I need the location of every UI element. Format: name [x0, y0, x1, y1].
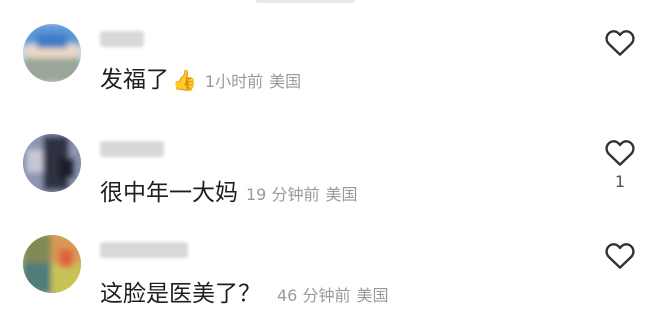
- comment-time: 19 分钟前: [246, 185, 320, 204]
- comment-location: 美国: [356, 286, 389, 305]
- comment-location: 美国: [325, 185, 358, 204]
- avatar[interactable]: [23, 24, 81, 82]
- comment-item: 发福了 👍 1小时前 美国: [0, 0, 660, 110]
- comment-body: 发福了 👍 1小时前 美国: [100, 60, 301, 94]
- comment-time: 1小时前: [204, 72, 264, 91]
- comment-location: 美国: [269, 72, 302, 91]
- comment-item: 很中年一大妈 19 分钟前 美国 1: [0, 110, 660, 220]
- comment-text: 发福了: [100, 67, 169, 93]
- heart-outline-icon[interactable]: [604, 240, 636, 270]
- username-blurred[interactable]: [100, 242, 188, 258]
- thumbs-up-emoji: 👍: [172, 68, 197, 92]
- comment-item: 这脸是医美了？ 46 分钟前 美国: [0, 220, 660, 323]
- like-count: 1: [614, 172, 626, 191]
- comment-text: 很中年一大妈: [100, 180, 238, 206]
- comment-body: 这脸是医美了？ 46 分钟前 美国: [100, 274, 388, 308]
- comment-text: 这脸是医美了？: [100, 281, 261, 307]
- avatar[interactable]: [23, 235, 81, 293]
- avatar[interactable]: [23, 134, 81, 192]
- username-blurred[interactable]: [100, 31, 144, 47]
- heart-outline-icon[interactable]: [604, 27, 636, 57]
- username-blurred[interactable]: [100, 141, 164, 157]
- comment-body: 很中年一大妈 19 分钟前 美国: [100, 173, 357, 207]
- heart-outline-icon[interactable]: [604, 137, 636, 167]
- comment-time: 46 分钟前: [277, 286, 351, 305]
